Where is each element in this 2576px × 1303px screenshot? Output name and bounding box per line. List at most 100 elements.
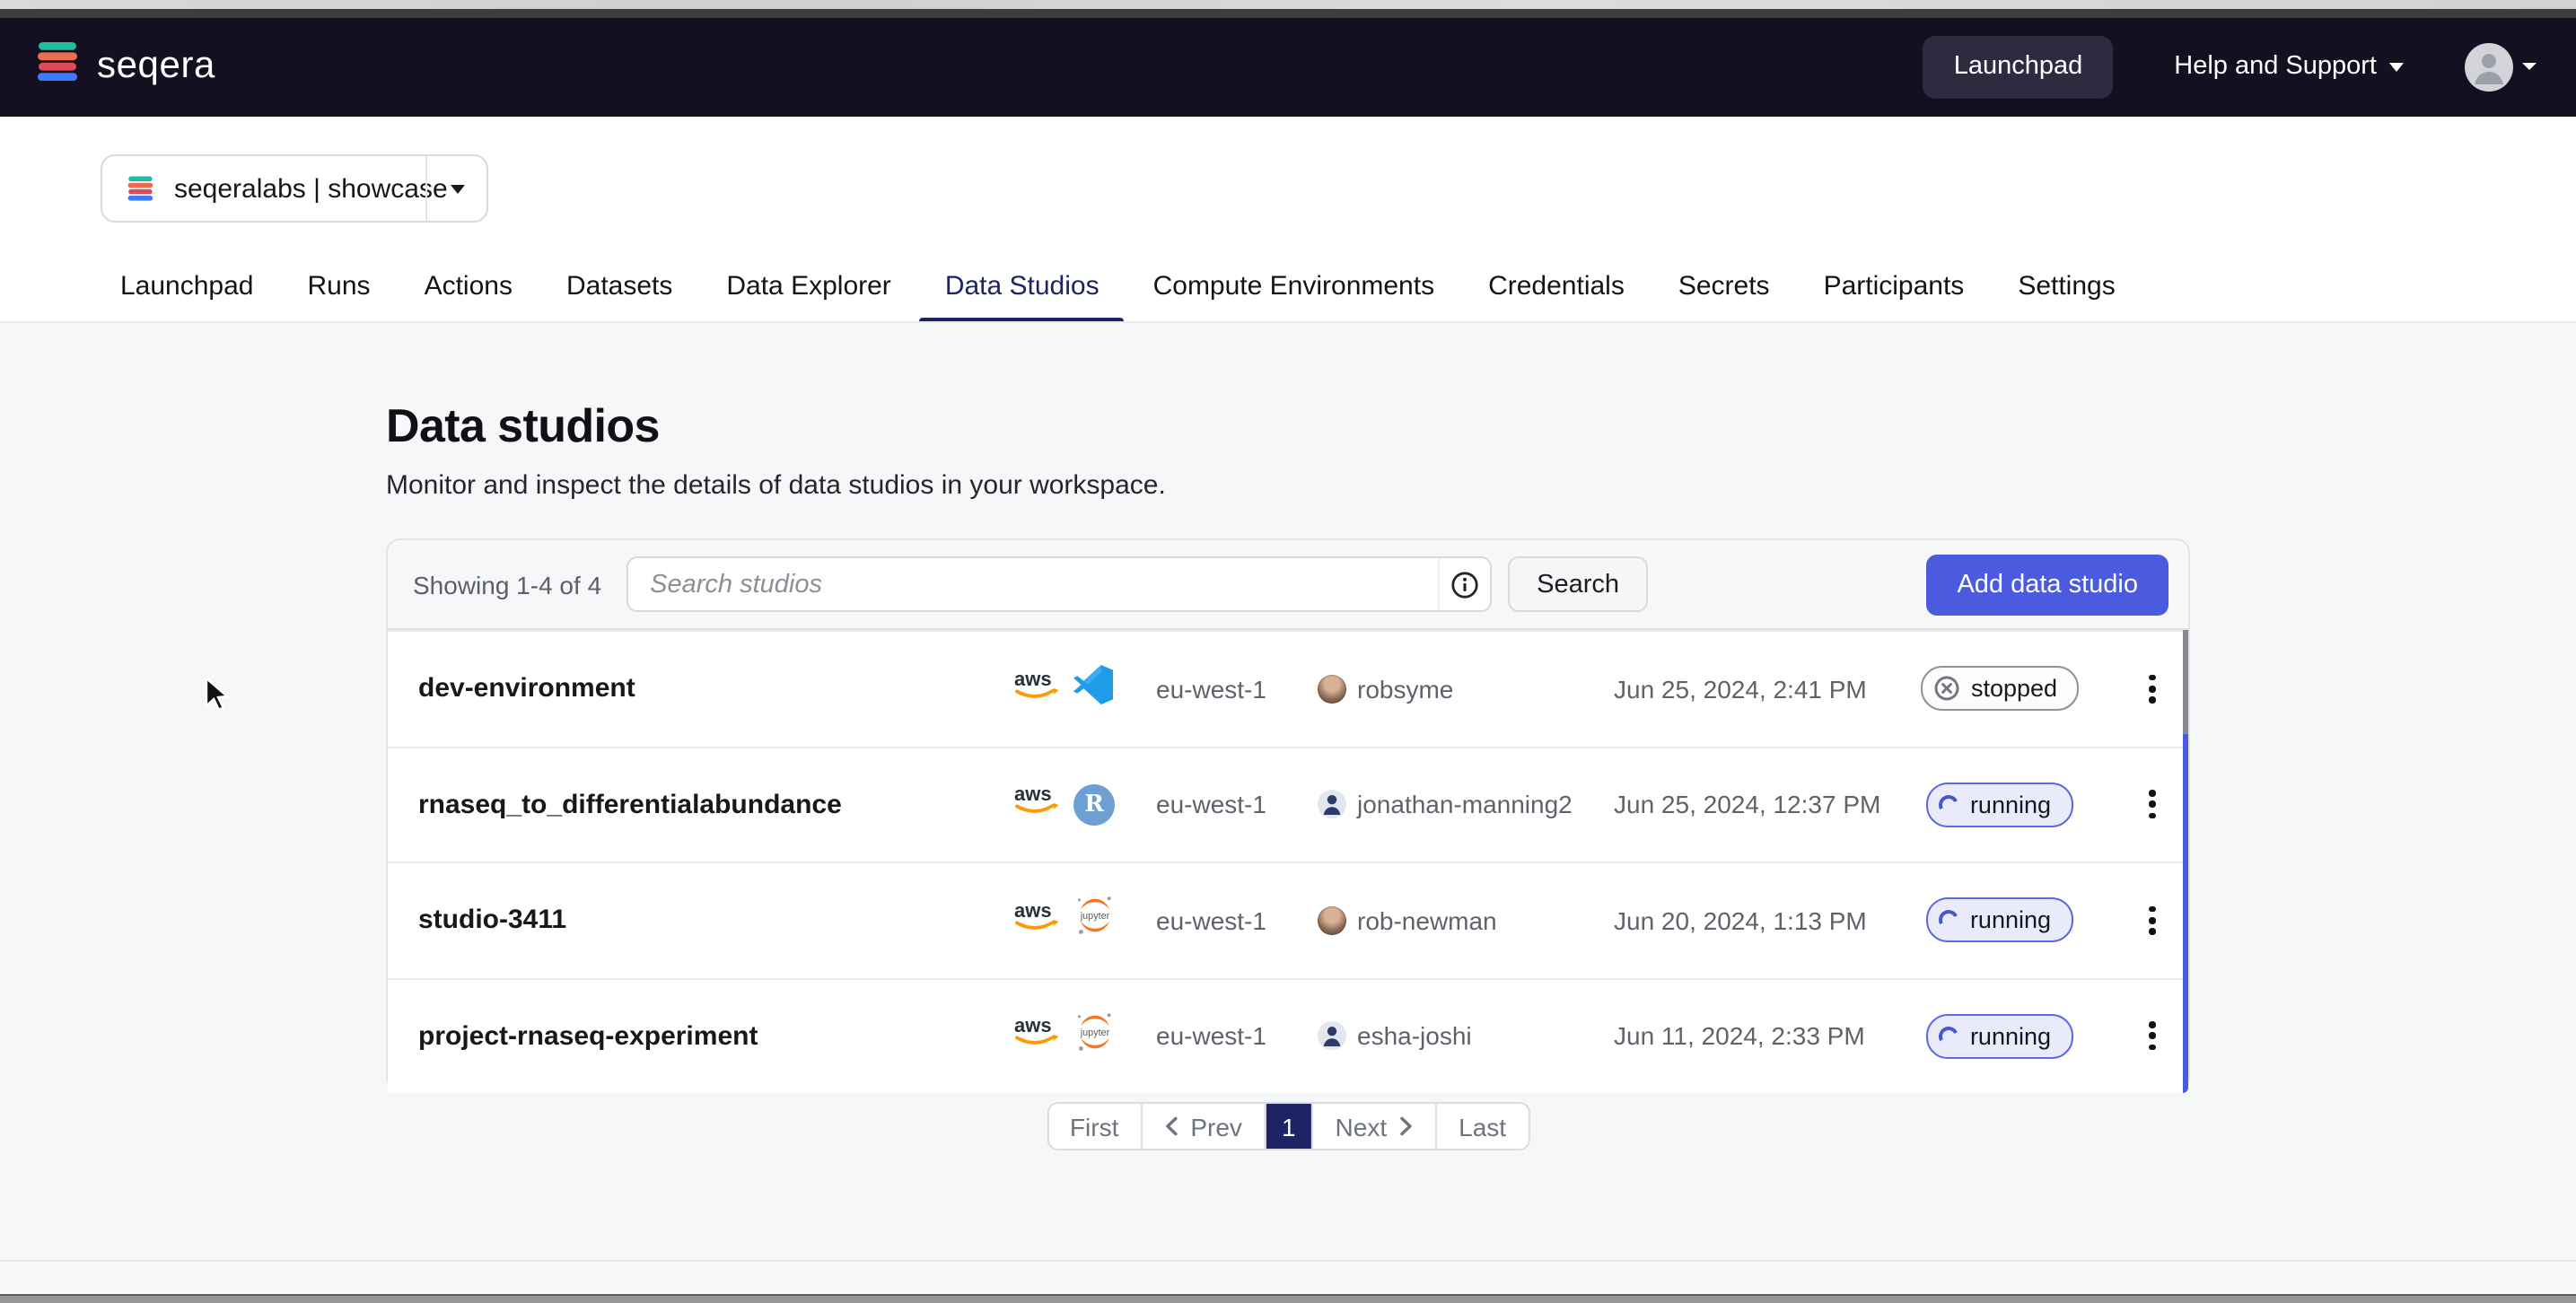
studio-name[interactable]: project-rnaseq-experiment <box>418 1021 1012 1052</box>
studio-user: rob-newman <box>1318 906 1614 935</box>
running-spinner-icon <box>1937 1024 1962 1049</box>
row-menu-button[interactable] <box>2116 783 2188 826</box>
status-label: running <box>1970 791 2051 818</box>
aws-icon: aws <box>1012 1013 1061 1060</box>
studio-icons: aws <box>1012 664 1156 714</box>
pagination-page-1[interactable]: 1 <box>1264 1104 1312 1149</box>
tab-settings[interactable]: Settings <box>2018 249 2115 323</box>
workspace-tabs: Launchpad Runs Actions Datasets Data Exp… <box>0 249 2576 323</box>
tab-compute-environments[interactable]: Compute Environments <box>1153 249 1435 323</box>
scrollbar-thumb[interactable] <box>2182 630 2188 734</box>
kebab-icon <box>2142 668 2162 711</box>
studio-region: eu-west-1 <box>1156 906 1318 935</box>
svg-text:aws: aws <box>1014 783 1052 806</box>
workspace-current: seqeralabs | showcase <box>102 173 425 204</box>
table-toolbar: Showing 1-4 of 4 Search Add data studio <box>388 540 2188 630</box>
tab-data-studios[interactable]: Data Studios <box>945 249 1100 323</box>
table-row[interactable]: project-rnaseq-experiment aws jupyter <box>388 977 2188 1093</box>
prev-label: Prev <box>1190 1112 1242 1141</box>
workspace-selector[interactable]: seqeralabs | showcase <box>101 154 488 223</box>
svg-text:aws: aws <box>1014 899 1052 922</box>
pagination-prev[interactable]: Prev <box>1140 1104 1264 1149</box>
vscode-icon <box>1073 664 1113 714</box>
studio-icons: aws R <box>1012 782 1156 828</box>
studio-date: Jun 25, 2024, 12:37 PM <box>1614 791 1883 819</box>
footer-divider <box>0 1260 2576 1262</box>
row-menu-button[interactable] <box>2116 899 2188 942</box>
workspace-name: seqeralabs | showcase <box>174 173 448 204</box>
help-and-support-menu[interactable]: Help and Support <box>2174 53 2404 82</box>
row-menu-button[interactable] <box>2116 1015 2188 1058</box>
help-label: Help and Support <box>2174 53 2377 82</box>
studio-name[interactable]: rnaseq_to_differentialabundance <box>418 790 1012 820</box>
kebab-icon <box>2142 899 2162 942</box>
chevron-down-icon <box>2389 63 2404 72</box>
pagination-next[interactable]: Next <box>1312 1104 1436 1149</box>
tab-actions[interactable]: Actions <box>425 249 513 323</box>
chevron-left-icon <box>1163 1116 1179 1136</box>
pagination-first[interactable]: First <box>1048 1104 1140 1149</box>
search-input[interactable] <box>628 558 1438 610</box>
tab-launchpad[interactable]: Launchpad <box>120 249 254 323</box>
studio-region: eu-west-1 <box>1156 675 1318 704</box>
aws-icon: aws <box>1012 782 1061 828</box>
svg-text:jupyter: jupyter <box>1080 911 1110 922</box>
rstudio-icon: R <box>1073 784 1115 826</box>
studio-name[interactable]: studio-3411 <box>418 905 1012 936</box>
jupyter-icon: jupyter <box>1073 1010 1117 1063</box>
launchpad-button[interactable]: Launchpad <box>1923 36 2114 99</box>
status-badge: running <box>1927 898 2072 943</box>
svg-text:jupyter: jupyter <box>1080 1027 1110 1037</box>
row-menu-button[interactable] <box>2116 668 2188 711</box>
studio-name[interactable]: dev-environment <box>418 674 1012 704</box>
tab-credentials[interactable]: Credentials <box>1488 249 1625 323</box>
user-name: rob-newman <box>1357 906 1497 935</box>
user-name: esha-joshi <box>1357 1022 1472 1051</box>
studio-status-cell: running <box>1883 1014 2116 1059</box>
seqera-mini-logo-icon <box>126 173 156 204</box>
aws-icon: aws <box>1012 666 1061 713</box>
studio-region: eu-west-1 <box>1156 791 1318 819</box>
tab-datasets[interactable]: Datasets <box>566 249 672 323</box>
jupyter-icon: jupyter <box>1073 895 1117 947</box>
tab-participants[interactable]: Participants <box>1824 249 1965 323</box>
table-scrollbar[interactable] <box>2182 630 2188 1093</box>
user-name: jonathan-manning2 <box>1357 791 1573 819</box>
avatar <box>2465 43 2513 92</box>
seqera-brand[interactable]: seqera <box>34 39 215 95</box>
running-spinner-icon <box>1937 908 1962 933</box>
user-name: robsyme <box>1357 675 1453 704</box>
tab-data-explorer[interactable]: Data Explorer <box>726 249 890 323</box>
scrollbar-track <box>2182 734 2188 1093</box>
user-menu[interactable] <box>2465 43 2537 92</box>
studio-status-cell: stopped <box>1883 667 2116 712</box>
page-title: Data studios <box>386 398 660 454</box>
kebab-icon <box>2142 1015 2162 1058</box>
table-row[interactable]: dev-environment aws eu-west-1 <box>388 630 2188 746</box>
app-root: seqera Launchpad Help and Support <box>0 0 2576 1303</box>
studio-date: Jun 11, 2024, 2:33 PM <box>1614 1022 1883 1051</box>
status-badge: running <box>1927 783 2072 827</box>
status-badge: stopped <box>1921 667 2079 712</box>
svg-text:aws: aws <box>1014 668 1052 690</box>
window-edge-dark <box>0 9 2576 17</box>
studio-icons: aws jupyter <box>1012 1010 1156 1063</box>
tab-secrets[interactable]: Secrets <box>1678 249 1770 323</box>
add-data-studio-button[interactable]: Add data studio <box>1926 554 2169 615</box>
studio-user: esha-joshi <box>1318 1022 1614 1051</box>
pagination-last[interactable]: Last <box>1435 1104 1528 1149</box>
page-subtitle: Monitor and inspect the details of data … <box>386 470 1166 501</box>
info-icon[interactable] <box>1438 558 1490 610</box>
navbar-right: Launchpad Help and Support <box>1923 36 2537 99</box>
tab-runs[interactable]: Runs <box>308 249 371 323</box>
studio-region: eu-west-1 <box>1156 1022 1318 1051</box>
showing-count: Showing 1-4 of 4 <box>413 570 601 599</box>
seqera-logo-icon <box>34 39 83 95</box>
table-row[interactable]: studio-3411 aws jupyter <box>388 861 2188 977</box>
workspace-dropdown-toggle[interactable] <box>425 156 486 221</box>
search-button[interactable]: Search <box>1508 556 1648 612</box>
chevron-right-icon <box>1398 1116 1414 1136</box>
user-generic-avatar-icon <box>1318 1022 1346 1051</box>
table-row[interactable]: rnaseq_to_differentialabundance aws R eu… <box>388 746 2188 861</box>
window-edge-light <box>0 0 2576 9</box>
